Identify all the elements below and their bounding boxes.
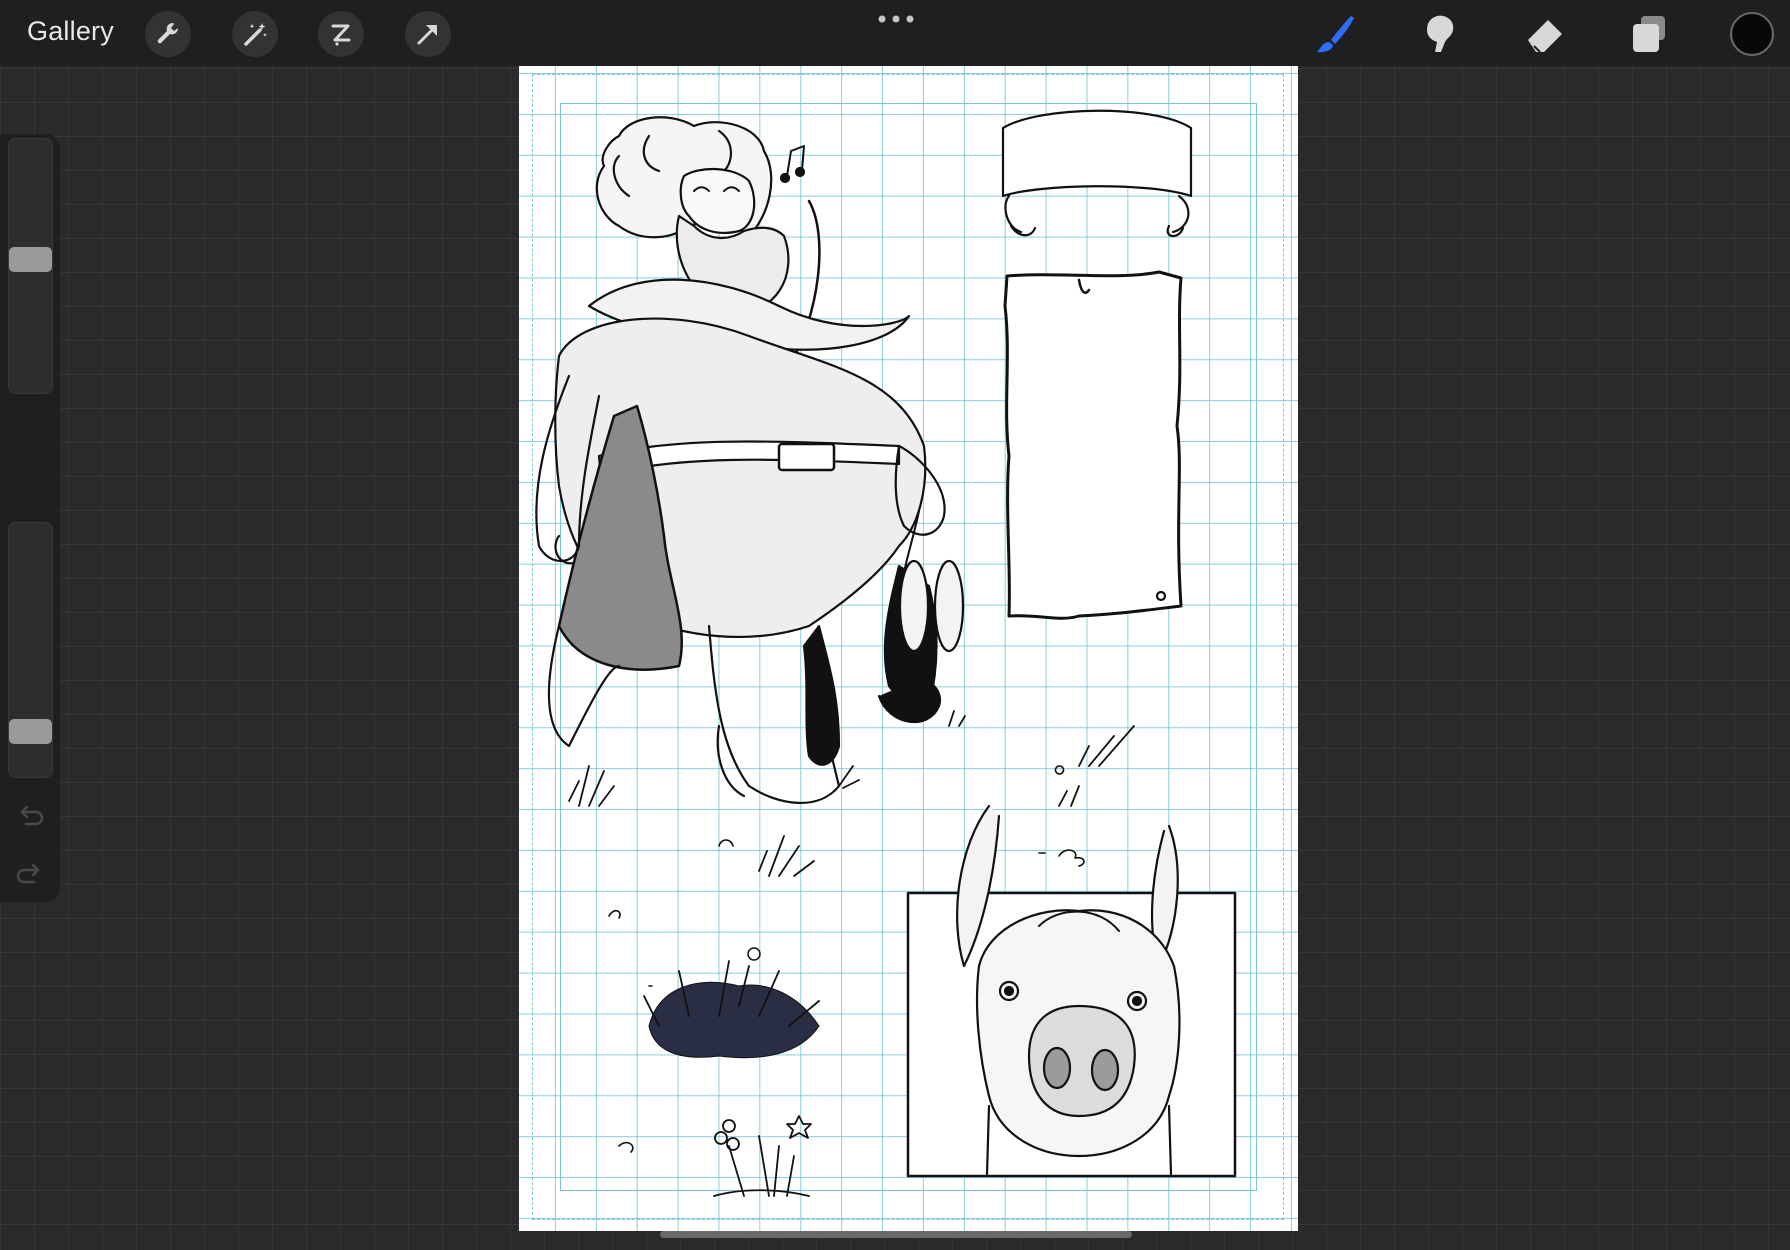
gallery-button[interactable]: Gallery (27, 16, 114, 47)
brush-size-slider[interactable] (8, 138, 53, 394)
drawing-canvas[interactable] (519, 66, 1298, 1231)
color-picker-button[interactable] (1730, 12, 1774, 56)
selection-icon (331, 24, 351, 46)
top-toolbar: Gallery (0, 0, 1790, 66)
grass-clump (643, 947, 820, 1059)
canvas-scroll-indicator[interactable] (660, 1231, 1132, 1238)
opacity-slider[interactable] (8, 522, 53, 778)
more-options-icon[interactable] (876, 12, 916, 26)
transform-button[interactable] (405, 11, 451, 57)
redo-icon[interactable] (14, 858, 46, 886)
opacity-thumb[interactable] (9, 719, 52, 744)
wrench-icon (157, 22, 179, 44)
brush-size-thumb[interactable] (9, 247, 52, 272)
transform-arrow-icon (417, 25, 437, 45)
parchment-sign (1003, 270, 1183, 620)
brush-icon[interactable] (1311, 10, 1359, 58)
left-sidebar (0, 134, 60, 902)
actions-button[interactable] (145, 11, 191, 57)
layers-icon[interactable] (1625, 10, 1673, 58)
magic-wand-icon (244, 23, 267, 46)
selection-button[interactable] (318, 11, 364, 57)
dwarf-figure (535, 116, 965, 805)
grass-tufts (568, 710, 1135, 877)
eraser-icon[interactable] (1520, 10, 1568, 58)
adjustments-button[interactable] (232, 11, 278, 57)
flower-patch (713, 1115, 812, 1197)
smudge-icon[interactable] (1415, 10, 1463, 58)
banner-scroll (1001, 109, 1193, 198)
artwork (535, 109, 1237, 1197)
undo-icon[interactable] (14, 800, 46, 828)
